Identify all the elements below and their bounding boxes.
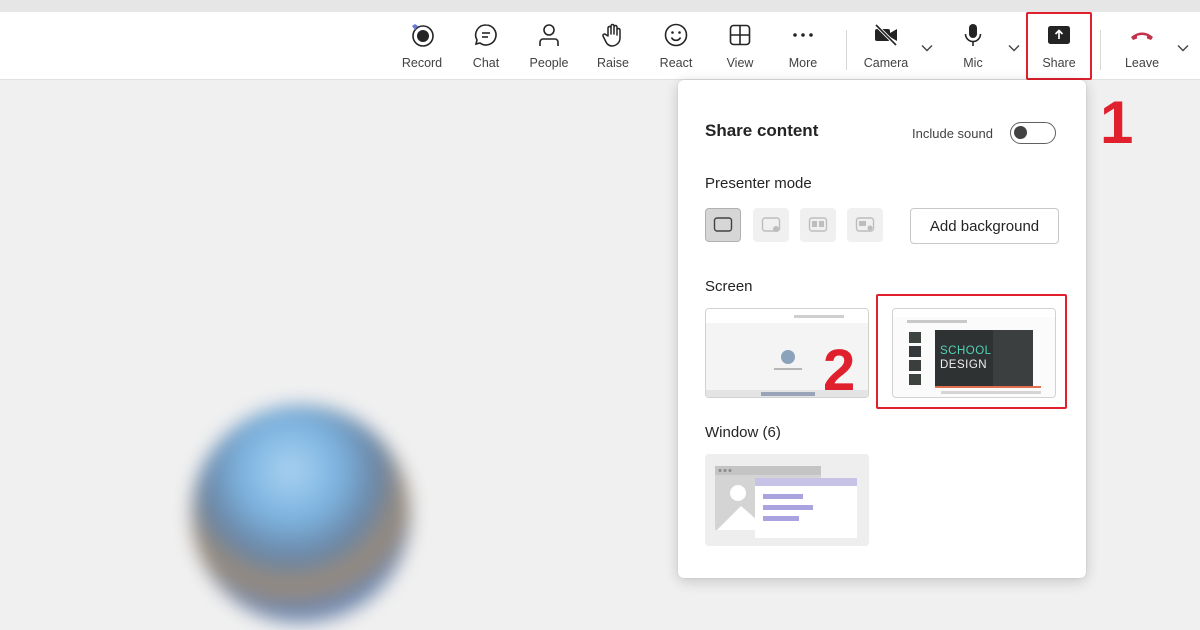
share-panel-title: Share content [705,121,819,140]
chat-icon [473,22,499,48]
share-highlight-box [1026,12,1092,80]
camera-label: Camera [863,56,909,70]
raise-hand-button[interactable]: Raise [583,20,643,76]
standout-icon [761,217,781,232]
mic-icon [960,22,986,48]
step-1-annotation: 1 [1100,89,1134,156]
toolbar-divider [1100,30,1101,70]
more-label: More [788,56,818,70]
record-label: Record [401,56,443,70]
content-only-icon [713,217,733,232]
screen-section-label: Screen [705,278,753,295]
presenter-mode-content-only[interactable] [705,208,741,242]
presenter-mode-standout[interactable] [753,208,789,242]
mic-options-chevron-icon[interactable] [1006,40,1022,56]
window-thumbnail[interactable] [705,454,869,546]
chat-label: Chat [472,56,500,70]
presenter-mode-side-by-side[interactable] [800,208,836,242]
window-top-strip [0,0,1200,12]
camera-button[interactable]: Camera [856,20,916,76]
react-button[interactable]: React [646,20,706,76]
ellipsis-icon [790,22,816,48]
view-label: View [726,56,754,70]
participant-avatar [192,405,410,623]
leave-button[interactable]: Leave [1112,20,1172,76]
raise-label: Raise [597,56,629,70]
camera-off-icon [873,22,899,48]
generic-window-icon [705,454,869,546]
people-button[interactable]: People [519,20,579,76]
toggle-knob [1014,126,1027,139]
grid-icon [727,22,753,48]
more-button[interactable]: More [773,20,833,76]
phone-hangup-icon [1129,22,1155,48]
window-section-label: Window (6) [705,424,781,441]
presenter-mode-label: Presenter mode [705,175,812,192]
include-sound-toggle[interactable] [1010,122,1056,144]
camera-options-chevron-icon[interactable] [919,40,935,56]
people-icon [536,22,562,48]
record-icon [409,22,435,48]
reporter-icon [855,217,875,232]
record-button[interactable]: Record [392,20,452,76]
leave-label: Leave [1124,56,1160,70]
leave-options-chevron-icon[interactable] [1175,40,1191,56]
mic-button[interactable]: Mic [943,20,1003,76]
toolbar-divider [846,30,847,70]
hand-icon [600,22,626,48]
react-label: React [659,56,693,70]
screen-2-highlight-box [876,294,1067,409]
smiley-icon [663,22,689,48]
include-sound-label: Include sound [912,126,993,141]
step-2-annotation: 2 [823,338,856,403]
add-background-button[interactable]: Add background [910,208,1059,244]
share-content-panel: Share content Include sound Presenter mo… [678,80,1086,578]
chat-button[interactable]: Chat [456,20,516,76]
mic-label: Mic [963,56,983,70]
presenter-mode-reporter[interactable] [847,208,883,242]
people-label: People [529,56,569,70]
side-by-side-icon [808,217,828,232]
view-button[interactable]: View [710,20,770,76]
meeting-toolbar: Record Chat People Raise React View More… [0,12,1200,80]
